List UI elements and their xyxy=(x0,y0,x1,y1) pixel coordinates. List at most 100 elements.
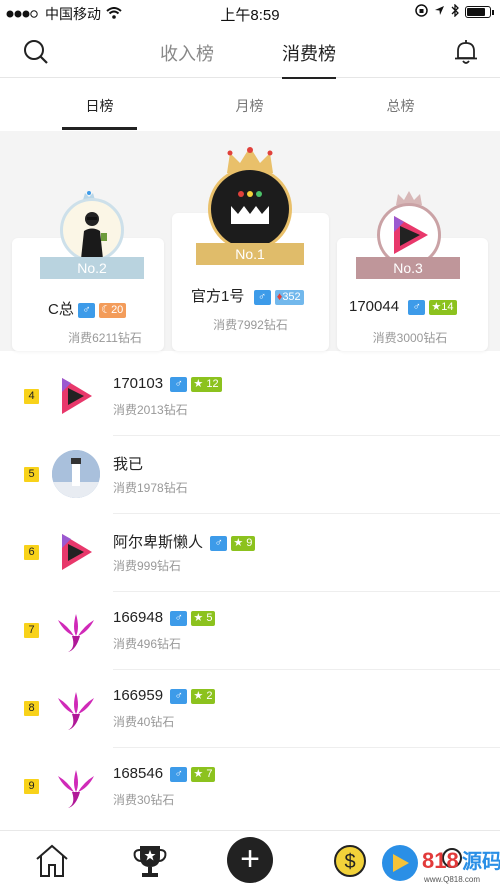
rank-badge: 8 xyxy=(24,701,39,716)
level-badge-value: 12 xyxy=(206,377,219,390)
svg-text:$: $ xyxy=(344,851,355,873)
level-badge-value: 20 xyxy=(111,303,124,316)
rank-ribbon-1: No.1 xyxy=(196,243,304,265)
star-icon: ★ xyxy=(193,767,204,780)
list-item-name: 166948 ♂ ★ 5 xyxy=(113,609,216,626)
list-item-name: 166959 ♂ ★ 2 xyxy=(113,687,216,704)
orientation-lock-icon xyxy=(415,4,428,20)
star-icon: ★ xyxy=(193,611,204,624)
male-icon: ♂ xyxy=(210,535,228,551)
list-item-name: 阿尔卑斯懒人 ♂ ★ 9 xyxy=(113,531,256,552)
male-icon: ♂ xyxy=(170,766,188,782)
avatar[interactable] xyxy=(60,198,124,262)
rank-ribbon-3-label: No.3 xyxy=(393,260,423,276)
level-badge: ★ 9 xyxy=(231,535,256,551)
battery-icon xyxy=(465,6,491,18)
list-item-name-text: 阿尔卑斯懒人 xyxy=(113,534,204,551)
avatar xyxy=(52,762,100,810)
bell-icon[interactable] xyxy=(452,38,480,66)
status-bar: 中国移动 上午8:59 xyxy=(0,0,500,26)
tab-consumption[interactable]: 消费榜 xyxy=(282,40,336,80)
level-badge-value: 7 xyxy=(206,767,213,780)
tab-income-label: 收入榜 xyxy=(160,44,214,64)
list-item[interactable]: 7 166948 ♂ ★ 5 消费496钻石 xyxy=(0,592,500,670)
location-icon xyxy=(434,5,445,19)
star-icon: ★ xyxy=(431,300,442,313)
tab-monthly[interactable]: 月榜 xyxy=(212,96,287,116)
male-icon: ♂ xyxy=(170,610,188,626)
list-item[interactable]: 6 阿尔卑斯懒人 ♂ ★ 9 消费999钻石 xyxy=(0,514,500,592)
rank-ribbon-1-label: No.1 xyxy=(235,246,265,262)
avatar xyxy=(52,528,100,576)
list-item[interactable]: 4 170103 ♂ ★ 12 消费2013钻石 xyxy=(0,358,500,436)
trophy-icon[interactable] xyxy=(130,841,170,881)
status-right xyxy=(415,3,494,20)
list-item-spent: 消费30钻石 xyxy=(113,793,175,807)
podium-name-2-text: C总 xyxy=(48,301,74,318)
podium-name-3-text: 170044 xyxy=(349,298,400,315)
level-badge: ★ 12 xyxy=(191,376,222,392)
list-item-name: 168546 ♂ ★ 7 xyxy=(113,765,216,782)
level-badge: ★ 5 xyxy=(191,610,216,626)
list-item[interactable]: 9 168546 ♂ ★ 7 消费30钻石 xyxy=(0,748,500,826)
rank-ribbon-2-label: No.2 xyxy=(77,260,107,276)
rank-badge: 5 xyxy=(24,467,39,482)
coin-icon[interactable]: $ xyxy=(330,841,370,881)
list-item-name: 我已 xyxy=(113,453,146,474)
svg-text:www.Q818.com: www.Q818.com xyxy=(423,875,480,884)
podium-spent-1: 消费7992钻石 xyxy=(213,318,288,332)
tab-total[interactable]: 总榜 xyxy=(363,96,438,116)
rank-badge: 4 xyxy=(24,389,39,404)
bluetooth-icon xyxy=(451,3,459,20)
moon-icon: ☾ xyxy=(101,303,112,316)
list-item-name-text: 170103 xyxy=(113,375,164,392)
home-icon[interactable] xyxy=(32,841,72,881)
male-icon: ♂ xyxy=(253,289,271,305)
level-badge: ★ 2 xyxy=(191,688,216,704)
level-badge-value: 14 xyxy=(441,300,454,313)
level-badge: ★14 xyxy=(429,299,457,315)
search-icon[interactable] xyxy=(22,38,50,66)
male-icon: ♂ xyxy=(170,688,188,704)
male-icon: ♂ xyxy=(408,299,426,315)
list-item[interactable]: 8 166959 ♂ ★ 2 消费40钻石 xyxy=(0,670,500,748)
star-icon: ★ xyxy=(233,536,244,549)
watermark-logo: 818 源码 www.Q818.com xyxy=(378,838,500,888)
list-item-spent: 消费40钻石 xyxy=(113,715,175,729)
plus-icon: + xyxy=(240,840,260,878)
podium-name-1-text: 官方1号 xyxy=(191,288,245,305)
level-badge-value: 352 xyxy=(282,290,301,303)
podium-name-3: 170044 ♂ ★14 xyxy=(349,298,457,315)
podium-area: No.2 C总 ♂ ☾20 消费6211钻石 No.1 官方1号 ♂ ♦352 … xyxy=(0,131,500,351)
male-icon: ♂ xyxy=(78,302,96,318)
star-icon: ★ xyxy=(193,377,204,390)
level-badge-value: 5 xyxy=(206,611,213,624)
tab-consumption-label: 消费榜 xyxy=(282,44,336,64)
list-item-spent: 消费2013钻石 xyxy=(113,403,188,417)
battery-tip xyxy=(492,9,494,15)
avatar[interactable] xyxy=(208,167,292,251)
avatar xyxy=(52,372,100,420)
svg-text:818: 818 xyxy=(422,848,459,873)
avatar xyxy=(52,684,100,732)
list-item-name-text: 166948 xyxy=(113,609,164,626)
level-badge: ♦352 xyxy=(274,289,304,305)
list-item-spent: 消费496钻石 xyxy=(113,637,182,651)
svg-text:源码: 源码 xyxy=(462,849,500,873)
level-badge-value: 2 xyxy=(206,689,213,702)
add-button[interactable]: + xyxy=(227,837,273,883)
rank-ribbon-2: No.2 xyxy=(40,257,144,279)
male-icon: ♂ xyxy=(170,376,188,392)
tab-income[interactable]: 收入榜 xyxy=(160,40,214,66)
rank-ribbon-3: No.3 xyxy=(356,257,460,279)
rank-badge: 7 xyxy=(24,623,39,638)
list-item-name-text: 168546 xyxy=(113,765,164,782)
tab-daily[interactable]: 日榜 xyxy=(62,96,137,116)
list-item-spent: 消费999钻石 xyxy=(113,559,182,573)
list-item[interactable]: 5 我已 消费1978钻石 xyxy=(0,436,500,514)
level-badge-value: 9 xyxy=(246,536,253,549)
top-navigation: 收入榜 消费榜 xyxy=(0,26,500,80)
rank-badge: 6 xyxy=(24,545,39,560)
list-item-name-text: 我已 xyxy=(113,456,146,473)
period-tabs: 日榜 月榜 总榜 xyxy=(0,79,500,131)
